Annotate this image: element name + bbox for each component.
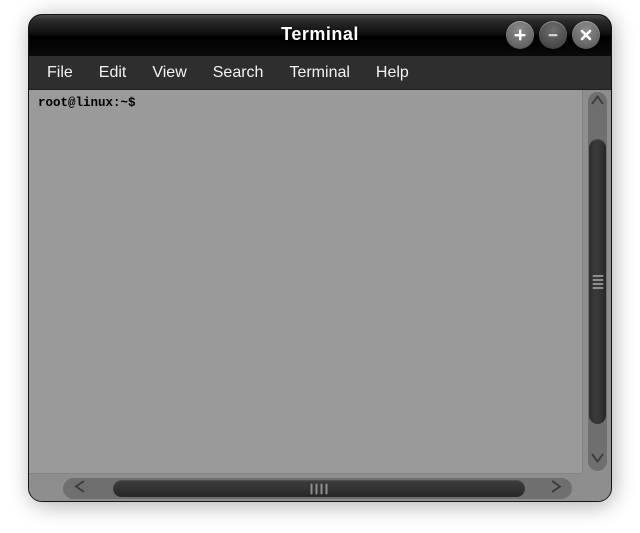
- chevron-right-icon: [548, 479, 563, 499]
- scroll-left-button[interactable]: [67, 478, 93, 499]
- terminal-window: Terminal File Edit View Search Terminal …: [28, 14, 612, 502]
- horizontal-scrollbar[interactable]: [29, 473, 582, 501]
- terminal-body: root@linux:~$: [29, 90, 611, 501]
- window-controls: [506, 21, 600, 49]
- terminal-screen[interactable]: root@linux:~$: [29, 90, 582, 473]
- minus-icon: [545, 27, 561, 43]
- chevron-up-icon: [590, 94, 605, 112]
- scrollbar-corner: [582, 473, 611, 501]
- vertical-thumb-grip: [592, 273, 603, 291]
- scroll-right-button[interactable]: [542, 478, 568, 499]
- chevron-down-icon: [590, 451, 605, 469]
- menu-item-terminal[interactable]: Terminal: [289, 64, 349, 81]
- menubar: File Edit View Search Terminal Help: [29, 56, 611, 90]
- maximize-button[interactable]: [506, 21, 534, 49]
- horizontal-scrollbar-thumb[interactable]: [113, 480, 525, 497]
- shell-prompt: root@linux:~$: [38, 96, 136, 110]
- vertical-scrollbar-thumb[interactable]: [589, 139, 606, 424]
- minimize-button[interactable]: [539, 21, 567, 49]
- scroll-up-button[interactable]: [588, 92, 607, 114]
- menu-item-edit[interactable]: Edit: [99, 64, 127, 81]
- menu-item-view[interactable]: View: [152, 64, 186, 81]
- vertical-scrollbar[interactable]: [582, 90, 611, 473]
- menu-item-search[interactable]: Search: [213, 64, 264, 81]
- window-titlebar[interactable]: Terminal: [29, 15, 611, 56]
- menu-item-help[interactable]: Help: [376, 64, 409, 81]
- menu-item-file[interactable]: File: [47, 64, 73, 81]
- chevron-left-icon: [73, 479, 88, 499]
- close-button[interactable]: [572, 21, 600, 49]
- scroll-down-button[interactable]: [588, 449, 607, 471]
- horizontal-thumb-grip: [310, 483, 328, 494]
- plus-icon: [512, 27, 528, 43]
- desktop-background: Terminal File Edit View Search Terminal …: [0, 0, 640, 533]
- close-icon: [578, 27, 594, 43]
